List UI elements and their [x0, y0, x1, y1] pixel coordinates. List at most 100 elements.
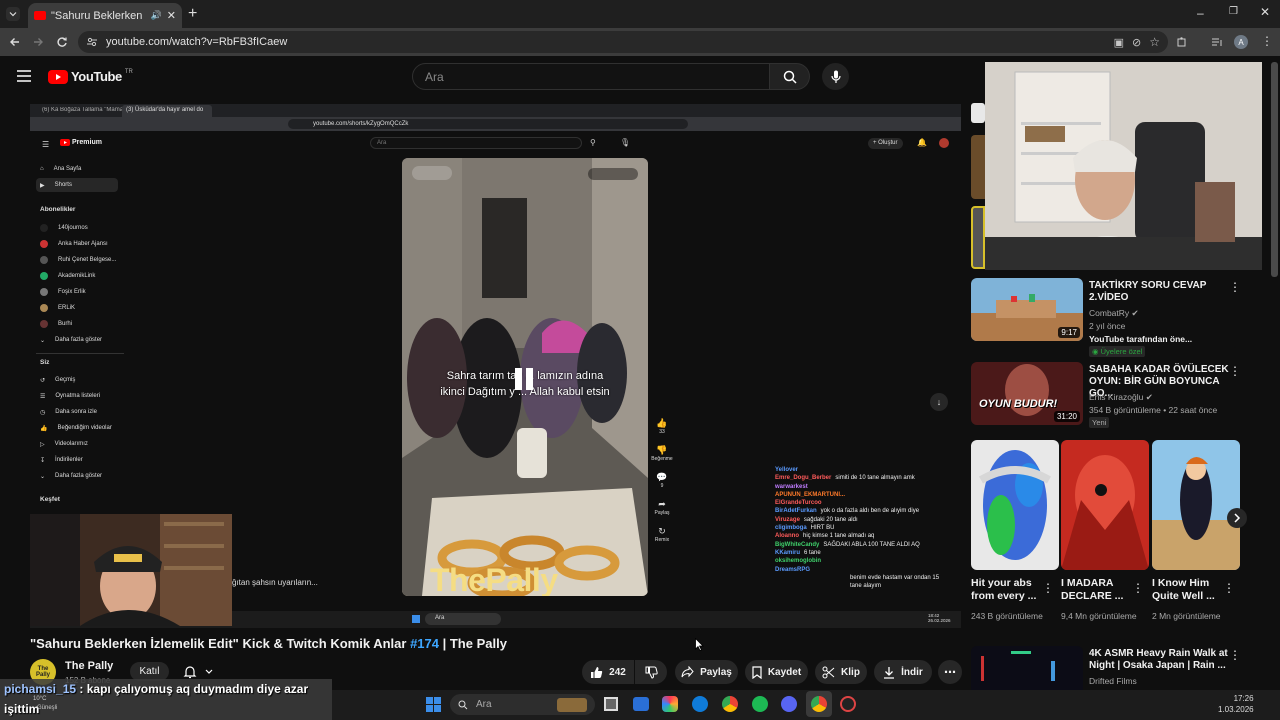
recommended-video[interactable]: OYUN BUDUR! 31:20 SABAHA KADAR ÖVÜLECEK … [971, 362, 1251, 432]
video-menu-button[interactable]: ⋮ [1229, 280, 1241, 294]
forward-button[interactable] [28, 32, 48, 52]
recommended-video[interactable]: 4K ASMR Heavy Rain Walk at Night | Osaka… [971, 646, 1251, 690]
pause-icon[interactable] [515, 368, 535, 390]
outlook-icon[interactable] [633, 697, 649, 711]
audio-playing-icon[interactable]: 🔊 [151, 10, 162, 21]
inner-you-list: ↺ Geçmiş ☰ Oynatma listeleri ◷ Daha sonra i… [40, 372, 130, 484]
channel-name[interactable]: The Pally [65, 660, 113, 672]
short-menu-button[interactable]: ⋮ [1223, 581, 1235, 595]
minimize-button[interactable]: – [1197, 6, 1204, 20]
download-icon [884, 666, 895, 679]
page-scrollbar[interactable] [1271, 62, 1278, 277]
short-title[interactable]: I MADARA DECLARE ... [1061, 577, 1137, 603]
discord-icon[interactable] [781, 696, 797, 712]
more-actions-button[interactable]: ⋯ [938, 660, 962, 684]
channel-name[interactable]: Drifted Films [1089, 676, 1137, 686]
inner-sub-avatar [40, 272, 48, 280]
site-info-icon[interactable] [86, 36, 98, 48]
extensions-button[interactable] [1172, 32, 1192, 52]
close-window-button[interactable]: ✕ [1260, 5, 1270, 19]
cast-icon[interactable]: ▣ [1114, 36, 1124, 49]
chrome-icon[interactable] [722, 696, 738, 712]
browser-menu-button[interactable]: ⋮ [1261, 34, 1273, 48]
channel-name[interactable]: Enis Kirazoğlu ✔ [1089, 392, 1153, 403]
chat-username: warwarkest [775, 483, 808, 490]
video-title-hashtag[interactable]: #174 [410, 636, 439, 651]
tab-title: "Sahuru Beklerken İzlemeli [51, 9, 146, 22]
new-tab-button[interactable]: + [188, 5, 197, 23]
tab-close-icon[interactable]: ✕ [167, 9, 176, 22]
overlay-chat-message: : kapı çalıyomuş aq duymadım diye azar [79, 682, 309, 696]
inner-search-icon: ⚲ [590, 138, 596, 147]
inner-sub-item: Burhi [40, 316, 126, 332]
chat-line: KKamiru 6 tane [775, 549, 961, 557]
video-menu-button[interactable]: ⋮ [1229, 648, 1241, 662]
taskbar-clock[interactable]: 17:26 1.03.2026 [1218, 693, 1254, 715]
back-button[interactable] [5, 32, 25, 52]
short-menu-button[interactable]: ⋮ [1132, 581, 1144, 595]
channel-name-text: Enis Kirazoğlu [1089, 392, 1144, 402]
restore-button[interactable]: ❐ [1229, 6, 1238, 17]
browser-tab-active[interactable]: "Sahuru Beklerken İzlemeli 🔊 ✕ [28, 3, 182, 28]
partial-thumbnail[interactable] [971, 206, 985, 269]
share-button[interactable]: Paylaş [675, 660, 738, 684]
inner-sub-label: Burhi [58, 321, 73, 327]
dislike-button[interactable] [635, 660, 667, 684]
download-button[interactable]: İndir [874, 660, 932, 684]
chat-username: oksihemoglobin [775, 558, 822, 565]
search-button[interactable] [770, 63, 810, 90]
inner-clock-icon: ◷ [40, 409, 46, 416]
inner-sub-item: ⌄ Daha fazla göster [40, 332, 126, 348]
recommended-video[interactable]: 9:17 TAKTİKRY SORU CEVAP 2.VİDEO CombatR… [971, 278, 1251, 358]
filter-chip[interactable] [971, 103, 985, 123]
start-button[interactable] [426, 697, 441, 712]
chrome-active-icon[interactable] [811, 696, 827, 712]
inner-sub-avatar [40, 256, 48, 264]
channel-name[interactable]: CombatRy ✔ [1089, 308, 1139, 319]
short-thumbnail[interactable] [1152, 440, 1240, 570]
guide-menu-button[interactable] [17, 70, 31, 82]
like-button[interactable]: 242 [582, 660, 634, 684]
short-title[interactable]: Hit your abs from every ... [971, 577, 1047, 603]
short-thumbnail[interactable] [971, 440, 1059, 570]
taskbar-search[interactable]: Ara [450, 694, 595, 715]
short-thumbnail[interactable] [1061, 440, 1149, 570]
eye-off-icon[interactable]: ⊘ [1132, 36, 1141, 49]
chat-username: APUNUN_EKMARTUNI... [775, 491, 846, 498]
copilot-icon[interactable] [662, 696, 678, 712]
clip-button[interactable]: Klip [815, 660, 867, 684]
tab-search-button[interactable] [6, 7, 20, 21]
shorts-video-frame[interactable]: Sahra tarım tav ... lamızın adına ikinci… [402, 158, 648, 596]
short-title[interactable]: I Know Him Quite Well ... [1152, 577, 1228, 603]
shorts-top-controls [588, 168, 638, 180]
inner-sub-label: AkademikLink [58, 273, 96, 279]
inner-date: 26.02.2026 [928, 618, 951, 623]
youtube-logo[interactable]: YouTube TR [48, 69, 133, 84]
search-input[interactable]: Ara [412, 63, 770, 90]
url-text: youtube.com/watch?v=RbFB3fICaew [106, 36, 288, 48]
video-menu-button[interactable]: ⋮ [1229, 364, 1241, 378]
save-button[interactable]: Kaydet [745, 660, 808, 684]
video-thumbnail[interactable] [971, 646, 1083, 690]
profile-avatar[interactable]: A [1234, 35, 1248, 49]
address-bar[interactable]: youtube.com/watch?v=RbFB3fICaew ▣ ⊘ ☆ [78, 31, 1168, 53]
inner-history-icon: ↺ [40, 377, 46, 384]
spotify-icon[interactable] [752, 696, 768, 712]
obs-icon[interactable] [840, 696, 856, 712]
short-menu-button[interactable]: ⋮ [1042, 581, 1054, 595]
bookmark-star-icon[interactable]: ☆ [1149, 35, 1160, 49]
inner-sub-label: Foşix Erlik [58, 289, 86, 295]
media-controls-button[interactable] [1207, 32, 1227, 52]
shorts-next-button[interactable] [1227, 508, 1247, 528]
inner-you-label: Daha fazla göster [55, 473, 103, 479]
video-title[interactable]: 4K ASMR Heavy Rain Walk at Night | Osaka… [1089, 648, 1229, 672]
video-thumbnail[interactable]: OYUN BUDUR! 31:20 [971, 362, 1083, 425]
reload-button[interactable] [52, 32, 72, 52]
edge-icon[interactable] [692, 696, 708, 712]
task-view-icon[interactable] [604, 697, 618, 711]
partial-thumbnail[interactable] [971, 135, 985, 199]
video-thumbnail[interactable]: 9:17 [971, 278, 1083, 341]
video-title[interactable]: TAKTİKRY SORU CEVAP 2.VİDEO [1089, 280, 1229, 304]
voice-search-button[interactable] [822, 63, 849, 90]
chat-message: tane alayım [850, 583, 882, 590]
